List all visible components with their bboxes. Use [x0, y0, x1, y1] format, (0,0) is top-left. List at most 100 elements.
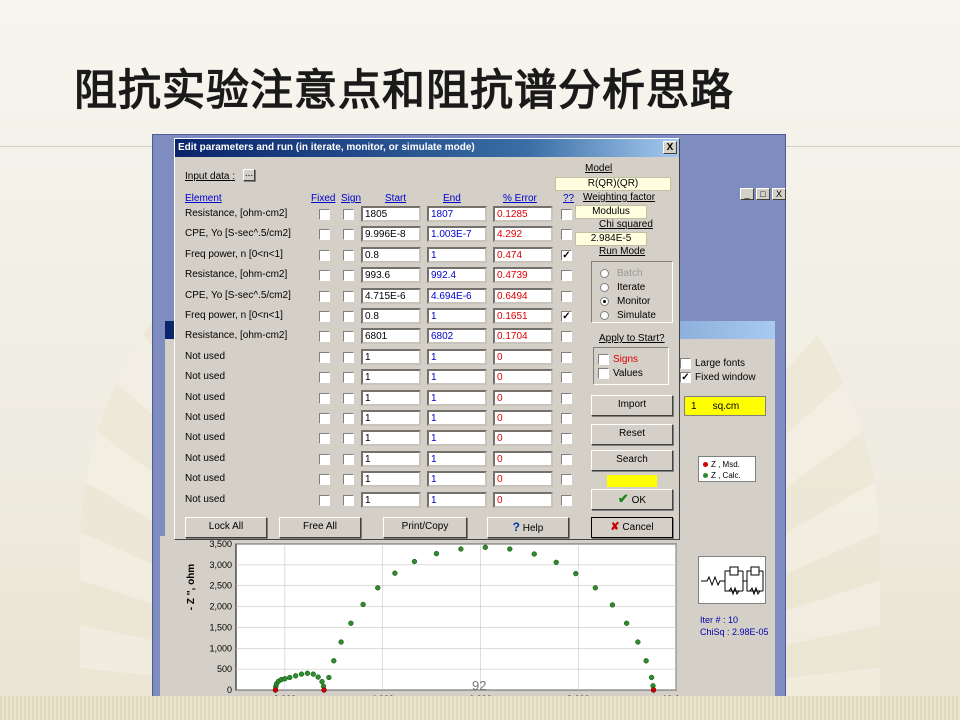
- fixed-checkbox[interactable]: [319, 331, 330, 343]
- end-value-input[interactable]: 1: [427, 491, 487, 508]
- sign-checkbox[interactable]: [343, 413, 354, 424]
- error-value-input[interactable]: 0: [493, 491, 553, 508]
- sign-checkbox[interactable]: [343, 249, 354, 261]
- fixed-checkbox[interactable]: [319, 209, 330, 220]
- fixed-window-checkbox[interactable]: ✓: [680, 371, 691, 383]
- run-mode-monitor[interactable]: Monitor: [600, 294, 672, 308]
- run-mode-iterate[interactable]: Iterate: [600, 280, 672, 294]
- error-value-input[interactable]: 0.1285: [493, 206, 553, 222]
- start-value-input[interactable]: 1: [361, 389, 421, 406]
- sign-checkbox[interactable]: [343, 433, 354, 445]
- qq-checkbox[interactable]: [561, 331, 572, 343]
- qq-checkbox[interactable]: [561, 270, 572, 282]
- apply-values-option[interactable]: Values: [598, 366, 668, 380]
- start-value-input[interactable]: 1: [361, 471, 421, 488]
- ok-button[interactable]: ✔ OK: [591, 489, 673, 510]
- end-value-input[interactable]: 6802: [427, 328, 487, 345]
- run-mode-simulate[interactable]: Simulate: [600, 308, 672, 322]
- end-value-input[interactable]: 992.4: [427, 267, 487, 284]
- end-value-input[interactable]: 1: [427, 348, 487, 365]
- error-value-input[interactable]: 0: [493, 348, 553, 365]
- help-button[interactable]: ? Help: [487, 517, 569, 538]
- error-value-input[interactable]: 0.474: [493, 246, 553, 263]
- qq-checkbox[interactable]: [561, 372, 572, 384]
- weighting-factor-value[interactable]: Modulus: [575, 205, 647, 219]
- error-value-input[interactable]: 0.1651: [493, 308, 553, 324]
- free-all-button[interactable]: Free All: [279, 517, 361, 538]
- radio-button[interactable]: [600, 268, 609, 278]
- radio-button[interactable]: [600, 310, 609, 320]
- fixed-checkbox[interactable]: [319, 372, 330, 384]
- end-value-input[interactable]: 1: [427, 450, 487, 467]
- start-value-input[interactable]: 0.8: [361, 308, 421, 324]
- end-value-input[interactable]: 1: [427, 471, 487, 488]
- end-value-input[interactable]: 1: [427, 246, 487, 263]
- error-value-input[interactable]: 0.6494: [493, 287, 553, 304]
- start-value-input[interactable]: 1: [361, 369, 421, 386]
- qq-checkbox[interactable]: [561, 209, 572, 220]
- fixed-checkbox[interactable]: [319, 270, 330, 282]
- fixed-checkbox[interactable]: [319, 229, 330, 241]
- end-value-input[interactable]: 1807: [427, 206, 487, 222]
- qq-checkbox[interactable]: [561, 413, 572, 424]
- fixed-checkbox[interactable]: [319, 249, 330, 261]
- apply-values-checkbox[interactable]: [598, 367, 609, 379]
- qq-checkbox[interactable]: [561, 474, 572, 486]
- qq-checkbox[interactable]: [561, 433, 572, 445]
- maximize-button[interactable]: □: [756, 188, 770, 200]
- end-value-input[interactable]: 1: [427, 369, 487, 386]
- end-value-input[interactable]: 1: [427, 389, 487, 406]
- error-value-input[interactable]: 0: [493, 410, 553, 426]
- qq-checkbox[interactable]: ✓: [561, 311, 572, 322]
- sign-checkbox[interactable]: [343, 392, 354, 404]
- close-window-button[interactable]: X: [772, 188, 786, 200]
- qq-checkbox[interactable]: [561, 290, 572, 302]
- sign-checkbox[interactable]: [343, 494, 354, 506]
- dialog-close-button[interactable]: X: [663, 141, 677, 154]
- large-fonts-option[interactable]: Large fonts: [680, 356, 780, 370]
- error-value-input[interactable]: 0: [493, 430, 553, 447]
- sign-checkbox[interactable]: [343, 209, 354, 220]
- error-value-input[interactable]: 0: [493, 369, 553, 386]
- input-data-browse-button[interactable]: ...: [243, 169, 255, 181]
- qq-checkbox[interactable]: [561, 392, 572, 404]
- qq-checkbox[interactable]: [561, 453, 572, 465]
- fixed-checkbox[interactable]: [319, 474, 330, 486]
- sign-checkbox[interactable]: [343, 229, 354, 241]
- sign-checkbox[interactable]: [343, 270, 354, 282]
- start-value-input[interactable]: 1805: [361, 206, 421, 222]
- end-value-input[interactable]: 1: [427, 410, 487, 426]
- start-value-input[interactable]: 1: [361, 348, 421, 365]
- sign-checkbox[interactable]: [343, 453, 354, 465]
- sign-checkbox[interactable]: [343, 372, 354, 384]
- fixed-checkbox[interactable]: [319, 433, 330, 445]
- start-value-input[interactable]: 9.996E-8: [361, 226, 421, 243]
- reset-button[interactable]: Reset: [591, 424, 673, 445]
- apply-signs-option[interactable]: Signs: [598, 352, 668, 366]
- print-copy-button[interactable]: Print/Copy: [383, 517, 467, 538]
- fixed-checkbox[interactable]: [319, 413, 330, 424]
- fixed-checkbox[interactable]: [319, 392, 330, 404]
- fixed-checkbox[interactable]: [319, 311, 330, 322]
- fixed-checkbox[interactable]: [319, 453, 330, 465]
- sign-checkbox[interactable]: [343, 290, 354, 302]
- start-value-input[interactable]: 1: [361, 450, 421, 467]
- end-value-input[interactable]: 4.694E-6: [427, 287, 487, 304]
- fixed-checkbox[interactable]: [319, 290, 330, 302]
- start-value-input[interactable]: 0.8: [361, 246, 421, 263]
- error-value-input[interactable]: 0.1704: [493, 328, 553, 345]
- error-value-input[interactable]: 0: [493, 471, 553, 488]
- start-value-input[interactable]: 1: [361, 491, 421, 508]
- lock-all-button[interactable]: Lock All: [185, 517, 267, 538]
- start-value-input[interactable]: 1: [361, 410, 421, 426]
- fixed-window-option[interactable]: ✓ Fixed window: [680, 370, 780, 384]
- qq-checkbox[interactable]: [561, 494, 572, 506]
- fixed-checkbox[interactable]: [319, 351, 330, 363]
- import-button[interactable]: Import: [591, 395, 673, 416]
- cancel-button[interactable]: ✘ Cancel: [591, 517, 673, 538]
- sign-checkbox[interactable]: [343, 351, 354, 363]
- radio-button[interactable]: [600, 282, 609, 292]
- sign-checkbox[interactable]: [343, 331, 354, 343]
- area-field[interactable]: 1 sq.cm: [684, 396, 766, 416]
- sign-checkbox[interactable]: [343, 474, 354, 486]
